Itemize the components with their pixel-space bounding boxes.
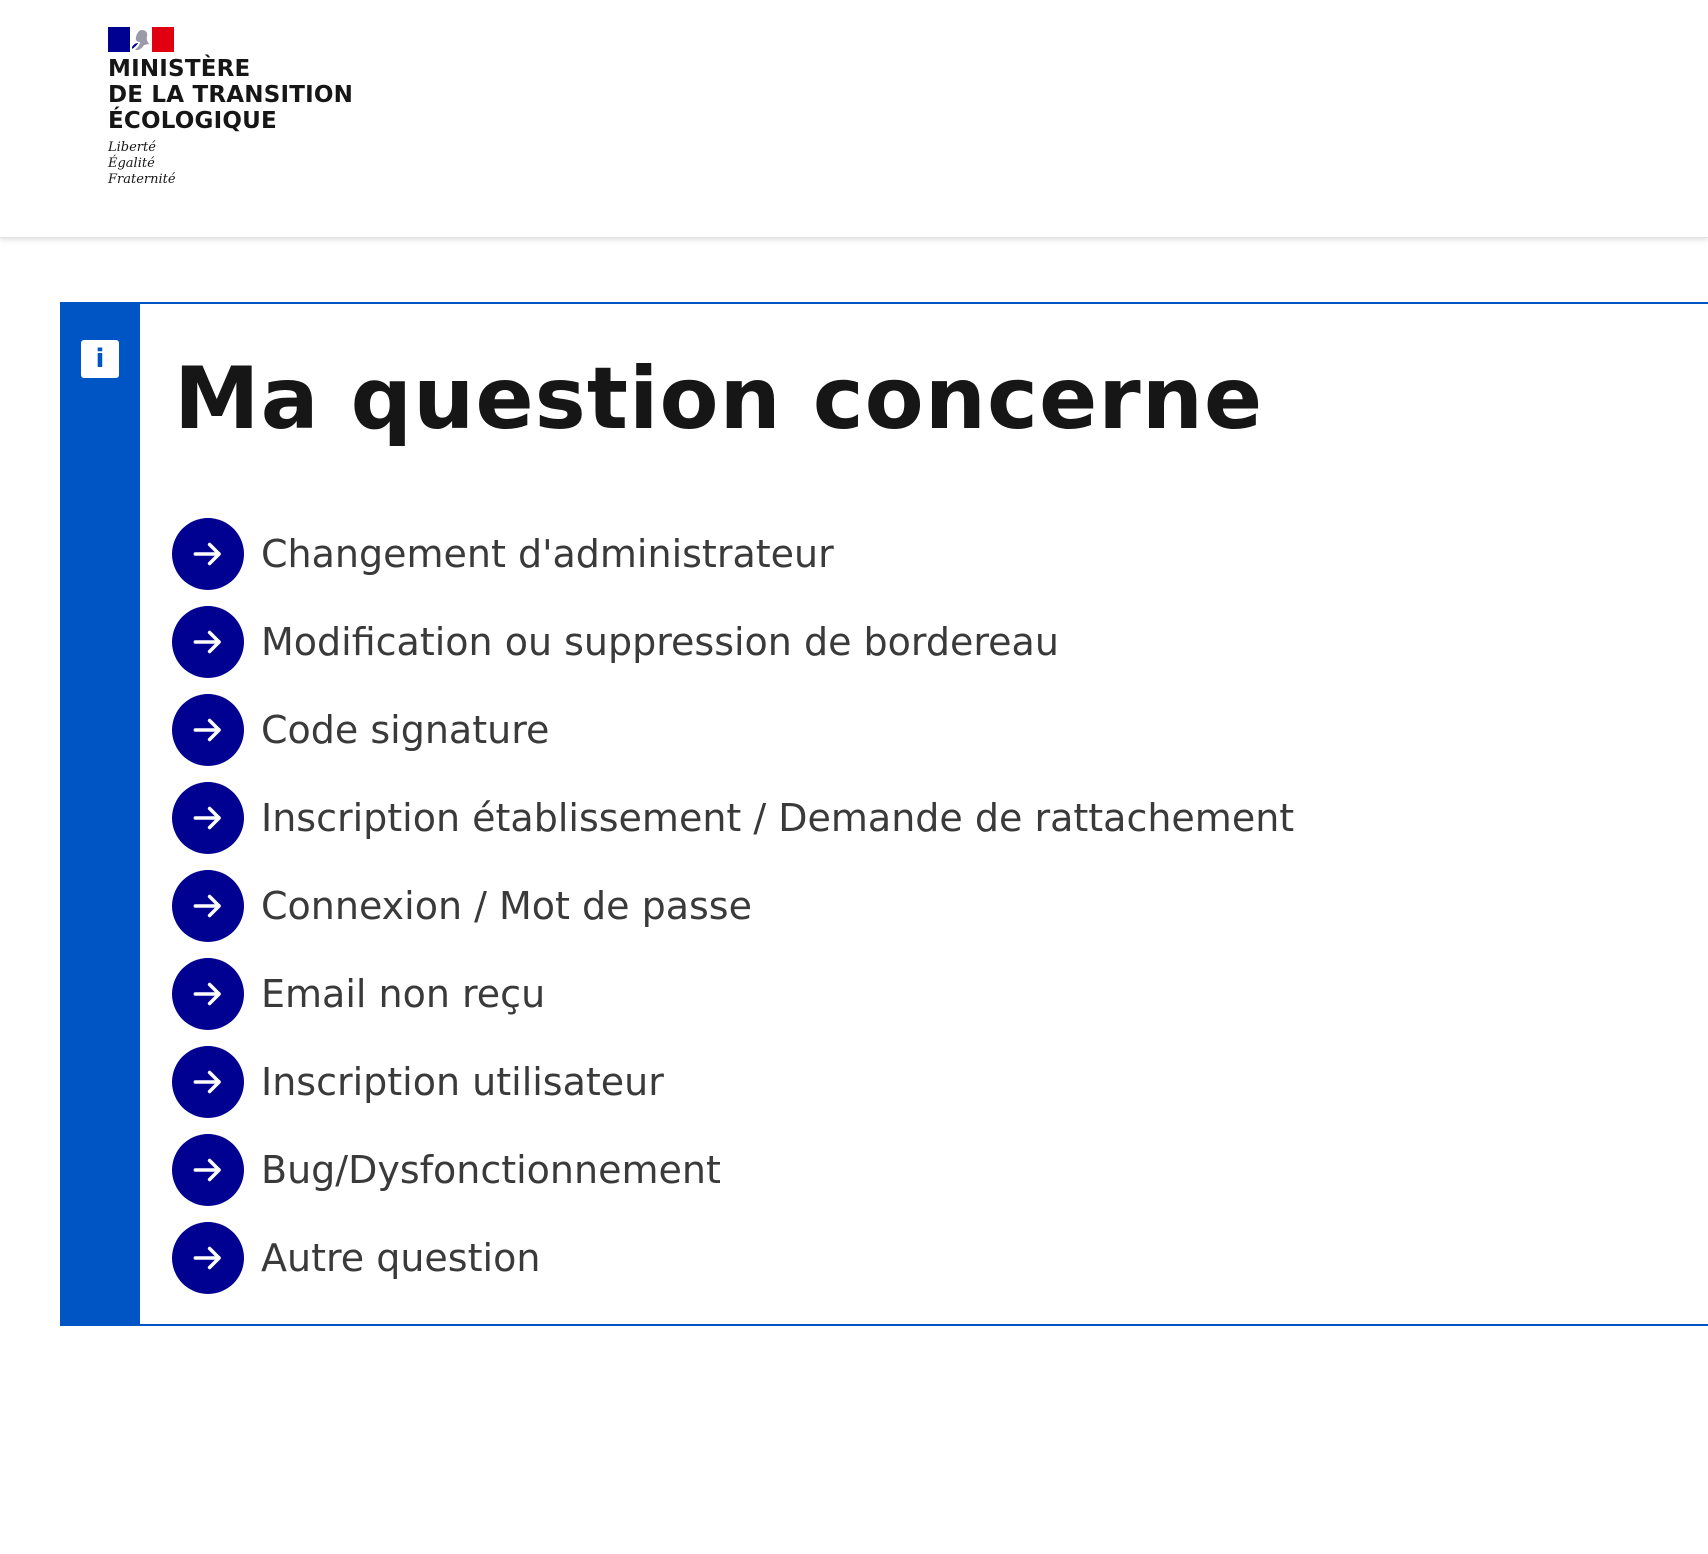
motto-line: Fraternité [108,172,176,187]
callout-title: Ma question concerne [174,349,1264,449]
arrow-right-icon [172,958,244,1030]
topic-link-label: Changement d'administrateur [261,532,834,576]
ministry-logo[interactable]: MINISTÈRE DE LA TRANSITION ÉCOLOGIQUE Li… [108,27,353,188]
info-icon: i [81,340,119,378]
arrow-right-icon [172,1222,244,1294]
callout-accent-bar: i [60,302,140,1326]
topic-link[interactable]: Bug/Dysfonctionnement [172,1126,1294,1214]
topic-link-label: Connexion / Mot de passe [261,884,752,928]
topic-link-label: Email non reçu [261,972,546,1016]
topic-link-label: Bug/Dysfonctionnement [261,1148,721,1192]
topic-link[interactable]: Inscription établissement / Demande de r… [172,774,1294,862]
republic-motto: Liberté Égalité Fraternité [108,140,353,188]
topic-link-label: Modification ou suppression de bordereau [261,620,1059,664]
motto-line: Égalité [108,156,155,171]
ministry-line: DE LA TRANSITION [108,82,354,108]
topic-link[interactable]: Changement d'administrateur [172,510,1294,598]
arrow-right-icon [172,870,244,942]
ministry-line: MINISTÈRE [108,56,251,82]
arrow-right-icon [172,782,244,854]
arrow-right-icon [172,518,244,590]
topic-link[interactable]: Inscription utilisateur [172,1038,1294,1126]
topic-link-label: Inscription utilisateur [261,1060,664,1104]
topic-link[interactable]: Modification ou suppression de bordereau [172,598,1294,686]
republic-flag-icon [108,27,174,52]
topic-link[interactable]: Code signature [172,686,1294,774]
ministry-name: MINISTÈRE DE LA TRANSITION ÉCOLOGIQUE [108,56,353,134]
topic-link[interactable]: Connexion / Mot de passe [172,862,1294,950]
topic-link-label: Autre question [261,1236,541,1280]
question-callout: i Ma question concerne Changement d'admi… [60,302,1708,1326]
topic-link[interactable]: Email non reçu [172,950,1294,1038]
motto-line: Liberté [108,140,156,155]
topic-link-label: Inscription établissement / Demande de r… [261,796,1295,840]
ministry-line: ÉCOLOGIQUE [108,108,277,134]
topic-link-label: Code signature [261,708,550,752]
question-topic-list: Changement d'administrateur Modification… [172,510,1294,1302]
topic-link[interactable]: Autre question [172,1214,1294,1302]
arrow-right-icon [172,694,244,766]
arrow-right-icon [172,1046,244,1118]
marianne-icon [132,30,149,50]
arrow-right-icon [172,606,244,678]
site-header: MINISTÈRE DE LA TRANSITION ÉCOLOGIQUE Li… [0,0,1708,238]
arrow-right-icon [172,1134,244,1206]
